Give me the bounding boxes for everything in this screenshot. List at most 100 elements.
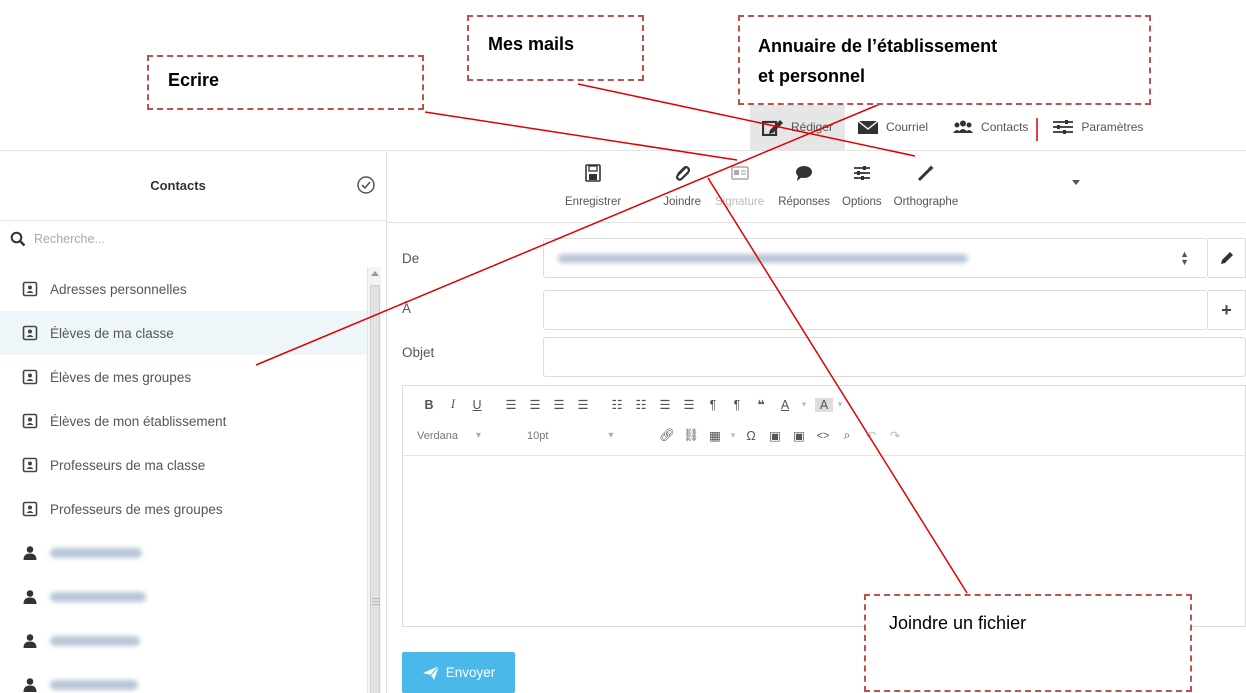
pencil-square-icon <box>762 120 783 136</box>
undo-icon[interactable]: ↶ <box>859 428 883 443</box>
callout-my-mails-text: Mes mails <box>488 34 575 54</box>
code-icon[interactable]: <> <box>811 430 835 442</box>
font-family-select[interactable]: Verdana ▾ <box>417 430 527 442</box>
list-item-label: Professeurs de mes groupes <box>50 501 223 517</box>
floppy-disk-icon <box>585 164 601 182</box>
compose-toolbar-divider <box>387 222 1246 223</box>
spelling-button[interactable]: Orthographe <box>889 160 964 210</box>
callout-directory: Annuaire de l’établissement et personnel <box>738 15 1151 105</box>
background-color-icon[interactable]: A <box>815 397 833 412</box>
nav-compose-label: Rédiger <box>791 120 834 134</box>
address-book-icon <box>22 281 38 297</box>
options-button[interactable]: Options <box>837 160 887 210</box>
numbered-list-icon[interactable]: ☷ <box>629 397 653 412</box>
contact-person-row[interactable] <box>0 619 367 663</box>
blurred-name <box>50 680 138 690</box>
pencil-icon <box>1220 252 1233 264</box>
list-item[interactable]: Professeurs de ma classe <box>0 443 367 487</box>
chevron-down-icon[interactable]: ▾ <box>833 399 847 410</box>
contact-person-row[interactable] <box>0 663 367 693</box>
contacts-scrollbar[interactable]: — — — <box>367 267 381 693</box>
responses-button[interactable]: Réponses <box>773 160 835 210</box>
callout-write-text: Ecrire <box>168 70 220 90</box>
align-left-icon[interactable]: ☰ <box>499 397 523 412</box>
users-icon <box>953 120 974 133</box>
from-select[interactable]: ▲ ▼ <box>543 238 1208 278</box>
align-center-icon[interactable]: ☰ <box>523 397 547 412</box>
editor-toolbar-row-1: B I U ☰ ☰ ☰ ☰ ☷ ☷ ☰ ☰ ¶ ¶ ❝ A ▾ A ▾ <box>403 386 1245 419</box>
message-editor[interactable]: B I U ☰ ☰ ☰ ☰ ☷ ☷ ☰ ☰ ¶ ¶ ❝ A ▾ A ▾ Verd… <box>402 385 1246 627</box>
select-arrows-icon: ▲ ▼ <box>1180 249 1189 267</box>
send-label: Envoyer <box>445 665 496 680</box>
callout-write: Ecrire <box>147 55 424 110</box>
redo-icon[interactable]: ↷ <box>883 428 907 443</box>
user-icon <box>23 678 37 692</box>
address-book-icon <box>22 369 38 385</box>
signature-label: Signature <box>714 196 765 208</box>
unlink-icon[interactable]: ⛓︎ <box>679 428 703 443</box>
font-family-value: Verdana <box>417 429 458 442</box>
nav-settings-label: Paramètres <box>1081 120 1144 134</box>
blockquote-icon[interactable]: ❝ <box>749 397 773 412</box>
image-icon[interactable]: ▣ <box>763 428 787 443</box>
blurred-name <box>50 592 146 602</box>
save-button[interactable]: Enregistrer <box>560 160 626 210</box>
rtl-icon[interactable]: ¶ <box>725 398 749 412</box>
attach-label: Joindre <box>663 196 701 208</box>
address-book-icon <box>22 325 38 341</box>
scroll-up-arrow[interactable] <box>371 271 379 276</box>
chevron-down-icon: ▾ <box>475 430 482 441</box>
contact-person-row[interactable] <box>0 575 367 619</box>
to-field[interactable] <box>543 290 1208 330</box>
contact-person-row[interactable] <box>0 531 367 575</box>
spelling-label: Orthographe <box>893 196 959 208</box>
ltr-icon[interactable]: ¶ <box>701 398 725 412</box>
address-book-icon <box>22 413 38 429</box>
italic-icon[interactable]: I <box>441 397 465 412</box>
table-icon[interactable]: ▦ <box>703 428 727 443</box>
chevron-down-icon[interactable]: ▾ <box>727 430 739 441</box>
nav-contacts[interactable]: Contacts <box>940 104 1040 150</box>
nav-compose[interactable]: Rédiger <box>750 104 846 150</box>
list-item[interactable]: Adresses personnelles <box>0 267 367 311</box>
font-size-select[interactable]: 10pt ▾ <box>527 430 655 442</box>
nav-contacts-label: Contacts <box>981 120 1029 134</box>
signature-button[interactable]: Signature <box>710 160 769 210</box>
scroll-thumb[interactable] <box>370 285 380 693</box>
list-item[interactable]: Professeurs de mes groupes <box>0 487 367 531</box>
contacts-search <box>0 221 386 257</box>
nav-settings[interactable]: Paramètres <box>1040 104 1155 150</box>
attach-button[interactable]: Joindre <box>658 160 706 210</box>
responses-label: Réponses <box>778 196 830 208</box>
find-icon[interactable]: ⌕ <box>835 428 859 443</box>
outdent-icon[interactable]: ☰ <box>653 397 677 412</box>
search-input[interactable] <box>34 232 334 246</box>
check-circle-icon[interactable] <box>356 175 376 195</box>
bullet-list-icon[interactable]: ☷ <box>605 397 629 412</box>
from-label: De <box>402 251 420 266</box>
media-icon[interactable]: ▣ <box>787 428 811 443</box>
align-right-icon[interactable]: ☰ <box>547 397 571 412</box>
chevron-down-icon[interactable] <box>1072 180 1080 185</box>
subject-field[interactable] <box>543 337 1246 377</box>
chevron-down-icon[interactable]: ▾ <box>797 399 811 410</box>
bold-icon[interactable]: B <box>417 398 441 412</box>
add-recipient-button[interactable]: + <box>1208 290 1246 330</box>
link-icon[interactable]: 🔗︎ <box>655 428 679 443</box>
list-item[interactable]: Élèves de mon établissement <box>0 399 367 443</box>
send-button[interactable]: Envoyer <box>402 652 515 693</box>
callout-attach-file: Joindre un fichier <box>864 594 1192 692</box>
list-item[interactable]: Élèves de mes groupes <box>0 355 367 399</box>
edit-identity-button[interactable] <box>1208 238 1246 278</box>
nav-mail[interactable]: Courriel <box>845 104 940 150</box>
sliders-icon <box>853 166 870 180</box>
special-char-icon[interactable]: Ω <box>739 429 763 443</box>
contacts-title: Contacts <box>150 178 206 193</box>
compose-toolbar: Enregistrer Joindre Signature Réponses O… <box>560 160 1080 216</box>
nav-mail-label: Courriel <box>886 120 929 134</box>
underline-icon[interactable]: U <box>465 398 489 412</box>
indent-icon[interactable]: ☰ <box>677 397 701 412</box>
list-item[interactable]: Élèves de ma classe <box>0 311 367 355</box>
text-color-icon[interactable]: A <box>773 398 797 412</box>
align-justify-icon[interactable]: ☰ <box>571 397 595 412</box>
